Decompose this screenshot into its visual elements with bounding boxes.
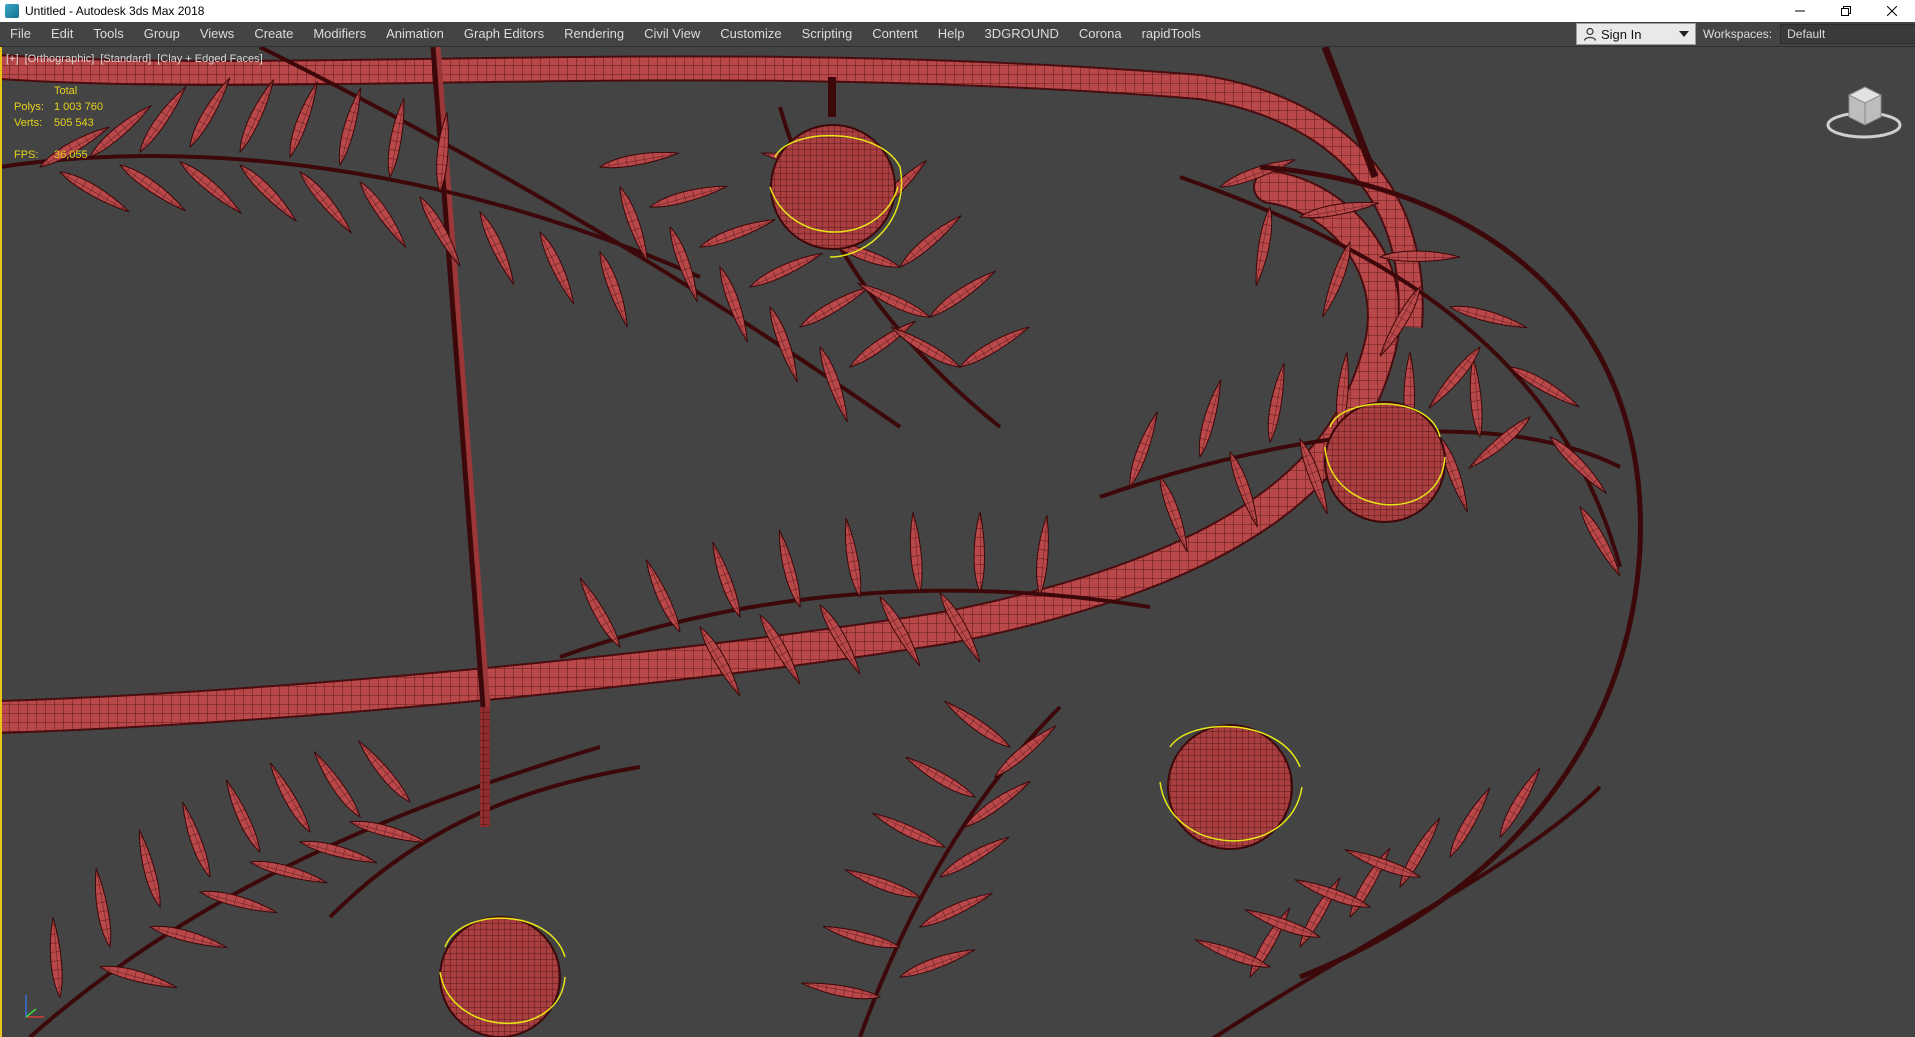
menu-group[interactable]: Group	[134, 22, 190, 46]
menu-corona[interactable]: Corona	[1069, 22, 1132, 46]
menu-graph-editors[interactable]: Graph Editors	[454, 22, 554, 46]
fps-value: 36,055	[54, 149, 88, 161]
restore-icon	[1841, 6, 1851, 16]
workspaces-selector: Workspaces: Default	[1703, 22, 1915, 46]
menu-create[interactable]: Create	[244, 22, 303, 46]
axis-tripod-icon	[25, 995, 44, 1018]
menu-content[interactable]: Content	[862, 22, 928, 46]
stats-header: Total	[54, 85, 78, 97]
sphere-bottom-left[interactable]	[439, 707, 566, 1037]
workspaces-label: Workspaces:	[1703, 27, 1773, 41]
minimize-icon	[1795, 10, 1805, 12]
viewport-display-mode-label[interactable]: [Clay + Edged Faces]	[157, 53, 262, 65]
chevron-down-icon	[1679, 31, 1689, 37]
sign-in-label: Sign In	[1601, 26, 1642, 42]
viewport-menu-label[interactable]: [+]	[6, 53, 19, 65]
verts-label: Verts:	[14, 117, 43, 129]
perspective-viewport[interactable]: [+] [Orthographic] [Standard] [Clay + Ed…	[0, 47, 1915, 1037]
sphere-middle[interactable]	[1159, 724, 1303, 850]
viewport-label[interactable]: [+] [Orthographic] [Standard] [Clay + Ed…	[6, 53, 266, 65]
viewport-statistics: Total Polys: 1 003 760 Verts: 505 543 FPS:…	[14, 83, 114, 163]
sphere-top[interactable]	[769, 77, 903, 258]
menu-tools[interactable]: Tools	[83, 22, 133, 46]
menu-scripting[interactable]: Scripting	[792, 22, 863, 46]
menu-rendering[interactable]: Rendering	[554, 22, 634, 46]
scene-render[interactable]	[0, 47, 1915, 1037]
menu-3dground[interactable]: 3DGROUND	[975, 22, 1069, 46]
sign-in-dropdown[interactable]: Sign In	[1576, 23, 1696, 45]
verts-value: 505 543	[54, 117, 94, 129]
workspaces-dropdown[interactable]: Default	[1780, 24, 1915, 44]
menu-modifiers[interactable]: Modifiers	[303, 22, 376, 46]
viewcube-icon[interactable]	[1825, 77, 1903, 147]
sphere-right[interactable]	[1324, 401, 1446, 523]
window-controls	[1777, 0, 1915, 22]
close-icon	[1887, 6, 1897, 16]
window-title: Untitled - Autodesk 3ds Max 2018	[25, 4, 205, 18]
minimize-button[interactable]	[1777, 0, 1823, 22]
user-icon	[1583, 27, 1597, 41]
restore-button[interactable]	[1823, 0, 1869, 22]
menu-civil-view[interactable]: Civil View	[634, 22, 710, 46]
menu-file[interactable]: File	[0, 22, 41, 46]
menu-help[interactable]: Help	[928, 22, 975, 46]
menu-edit[interactable]: Edit	[41, 22, 83, 46]
viewport-pov-label[interactable]: [Orthographic]	[25, 53, 95, 65]
menu-views[interactable]: Views	[190, 22, 244, 46]
menu-animation[interactable]: Animation	[376, 22, 454, 46]
workspaces-selected: Default	[1787, 27, 1826, 41]
menu-customize[interactable]: Customize	[710, 22, 791, 46]
close-button[interactable]	[1869, 0, 1915, 22]
menu-rapidtools[interactable]: rapidTools	[1132, 22, 1211, 46]
app-icon	[5, 4, 19, 18]
fps-label: FPS:	[14, 149, 39, 161]
viewport-shading-standard-label[interactable]: [Standard]	[100, 53, 151, 65]
polys-label: Polys:	[14, 101, 44, 113]
title-bar: Untitled - Autodesk 3ds Max 2018	[0, 0, 1915, 23]
polys-value: 1 003 760	[54, 101, 103, 113]
